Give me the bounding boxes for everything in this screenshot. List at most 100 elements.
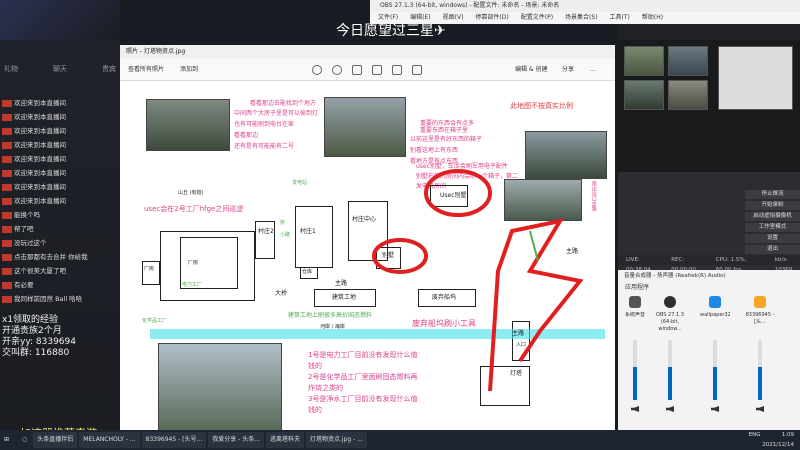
preview-thumbnail: [624, 46, 664, 76]
chat-message-text: 这个很美大厦了吧: [14, 267, 66, 275]
chat-message-text: 没玩过这个: [14, 239, 47, 247]
chat-message: 欢迎来到本直播间: [2, 112, 118, 123]
factory-note: 炸烧之类的: [308, 384, 343, 392]
user-badge-icon: [2, 267, 12, 275]
taskbar-item[interactable]: 逃离塔科夫: [265, 432, 304, 448]
chat-banner: [0, 0, 120, 40]
map-label: 桥: [280, 220, 286, 226]
obs-menu-item[interactable]: 工具(T): [610, 12, 630, 24]
map-label: 南边出口去路: [590, 181, 597, 211]
map-label: 村庄1: [300, 228, 316, 235]
green-arrow: [529, 230, 539, 262]
chat-message: 这个很美大厦了吧: [2, 266, 118, 277]
map-label: 发电站: [292, 180, 308, 186]
obs-statusbar: LIVE: 00:38:04 REC: 00:00:00 CPU: 1.5%, …: [618, 255, 800, 273]
speaker-icon[interactable]: [711, 406, 719, 412]
chat-panel: 礼物 聊天 贵宾 欢迎来到本直播间 欢迎来到本直播间 欢迎来到本直播间 欢迎来到本直播…: [0, 0, 120, 430]
add-to-button[interactable]: 添加到: [180, 59, 198, 81]
clock-date[interactable]: 2021/12/14: [762, 440, 794, 450]
chat-tab[interactable]: 贵宾: [102, 64, 116, 74]
rotate-icon[interactable]: [392, 65, 402, 75]
volume-slider[interactable]: [633, 340, 637, 400]
volume-slider[interactable]: [758, 340, 762, 400]
map-label: 建筑工地: [332, 294, 357, 301]
chat-message-text: 欢迎来到本直播间: [14, 197, 66, 205]
start-icon[interactable]: ⊞: [0, 432, 16, 448]
volume-fill: [633, 367, 637, 400]
crop-icon[interactable]: [412, 65, 422, 75]
wallpaper-app-icon: [709, 296, 721, 308]
obs-status-item: LIVE: 00:38:04: [626, 257, 651, 273]
obs-menu-item[interactable]: 编辑(E): [410, 12, 430, 24]
mixer-channel: wallpaper32.exe: [700, 292, 730, 422]
see-all-photos-button[interactable]: 查看所有照片: [128, 59, 164, 81]
obs-menu-item[interactable]: 配置文件(P): [521, 12, 553, 24]
input-language[interactable]: ENG: [749, 432, 761, 438]
map-label: 厂房: [188, 260, 199, 266]
obs-menu-item[interactable]: 场景集合(S): [565, 12, 598, 24]
map-label: 主路: [335, 280, 348, 287]
taskbar-item[interactable]: 我爱分享 - 头条...: [208, 432, 264, 448]
map-label: 大桥: [275, 290, 288, 297]
speaker-icon[interactable]: [666, 406, 674, 412]
chat-message-text: 我同样前因然 Ball 哈哈: [14, 295, 83, 303]
obs-status-item: CPU: 1.5%, 60.00 fps: [715, 257, 747, 273]
search-icon[interactable]: ○: [18, 432, 32, 448]
volume-fill: [668, 367, 672, 400]
share-button[interactable]: 分享: [562, 59, 574, 81]
taskbar-item[interactable]: MELANCHOLY - ...: [79, 432, 140, 448]
more-button[interactable]: ...: [590, 59, 596, 81]
chat-message-text: 能换个吗: [14, 211, 40, 219]
volume-slider[interactable]: [713, 340, 717, 400]
taskbar-item[interactable]: 灯塔物资点.jpg - ...: [305, 432, 367, 448]
user-badge-icon: [2, 127, 12, 135]
exit-button[interactable]: 退出: [745, 245, 800, 254]
map-label: 别墅: [382, 252, 395, 259]
obs-menu-item[interactable]: 文件(F): [378, 12, 398, 24]
chat-message: 帮了吧: [2, 224, 118, 235]
taskbar-item[interactable]: 83396945 - [头号...: [141, 432, 207, 448]
stop-stream-button[interactable]: 停止推流: [745, 190, 800, 199]
chat-message-text: 欢迎来到本直播间: [14, 141, 66, 149]
map-label: 灯塔: [510, 370, 523, 377]
clock-time[interactable]: 1:09: [762, 430, 794, 440]
volume-slider[interactable]: [668, 340, 672, 400]
taskbar-item[interactable]: 头条直播伴侣: [33, 432, 78, 448]
chat-message-text: 欢迎来到本直播间: [14, 113, 66, 121]
studio-mode-button[interactable]: 工作室模式: [745, 223, 800, 232]
chat-message: 欢迎来到本直播间: [2, 98, 118, 109]
obs-icon: [664, 296, 676, 308]
zoom-out-icon[interactable]: [332, 65, 342, 75]
user-badge-icon: [2, 113, 12, 121]
obs-menu-item[interactable]: 帮助(H): [642, 12, 663, 24]
virtual-camera-button[interactable]: 启动虚拟摄像机: [745, 212, 800, 221]
speaker-icon[interactable]: [756, 406, 764, 412]
chat-tab[interactable]: 聊天: [53, 64, 67, 74]
user-badge-icon: [2, 295, 12, 303]
chat-message: 能换个吗: [2, 210, 118, 221]
settings-button[interactable]: 设置: [745, 234, 800, 243]
chat-message: 有必要: [2, 280, 118, 291]
chat-messages: 欢迎来到本直播间 欢迎来到本直播间 欢迎来到本直播间 欢迎来到本直播间 欢迎来到本直播间…: [2, 98, 118, 305]
zoom-in-icon[interactable]: [312, 65, 322, 75]
obs-menu-item[interactable]: 视图(V): [443, 12, 464, 24]
chat-tab[interactable]: 礼物: [4, 64, 18, 74]
mixer-channel-label: 83396945 - [头...: [745, 312, 775, 325]
factory-note: 1号是电力工厂目前没有发现什么值: [308, 351, 418, 359]
user-badge-icon: [2, 155, 12, 163]
chat-message-text: 点击那都有去合并 你给我: [14, 253, 88, 261]
delete-icon[interactable]: [352, 65, 362, 75]
preview-thumbnail: [668, 80, 708, 110]
start-record-button[interactable]: 开始录制: [745, 201, 800, 210]
factory-note: 钱的: [308, 362, 322, 370]
obs-menu-item[interactable]: 停靠部件(D): [475, 12, 508, 24]
mixer-channel-label: wallpaper32.exe: [700, 312, 730, 318]
map-label: 仓库: [302, 269, 313, 275]
edit-create-button[interactable]: 编辑 & 创建: [515, 59, 548, 81]
user-badge-icon: [2, 211, 12, 219]
obs-preview[interactable]: [618, 40, 800, 172]
favorite-icon[interactable]: [372, 65, 382, 75]
mixer-title: 音量合成器 - 扬声器 (Realtek(R) Audio): [624, 273, 726, 279]
speaker-icon[interactable]: [631, 406, 639, 412]
chat-message: 欢迎来到本直播间: [2, 126, 118, 137]
